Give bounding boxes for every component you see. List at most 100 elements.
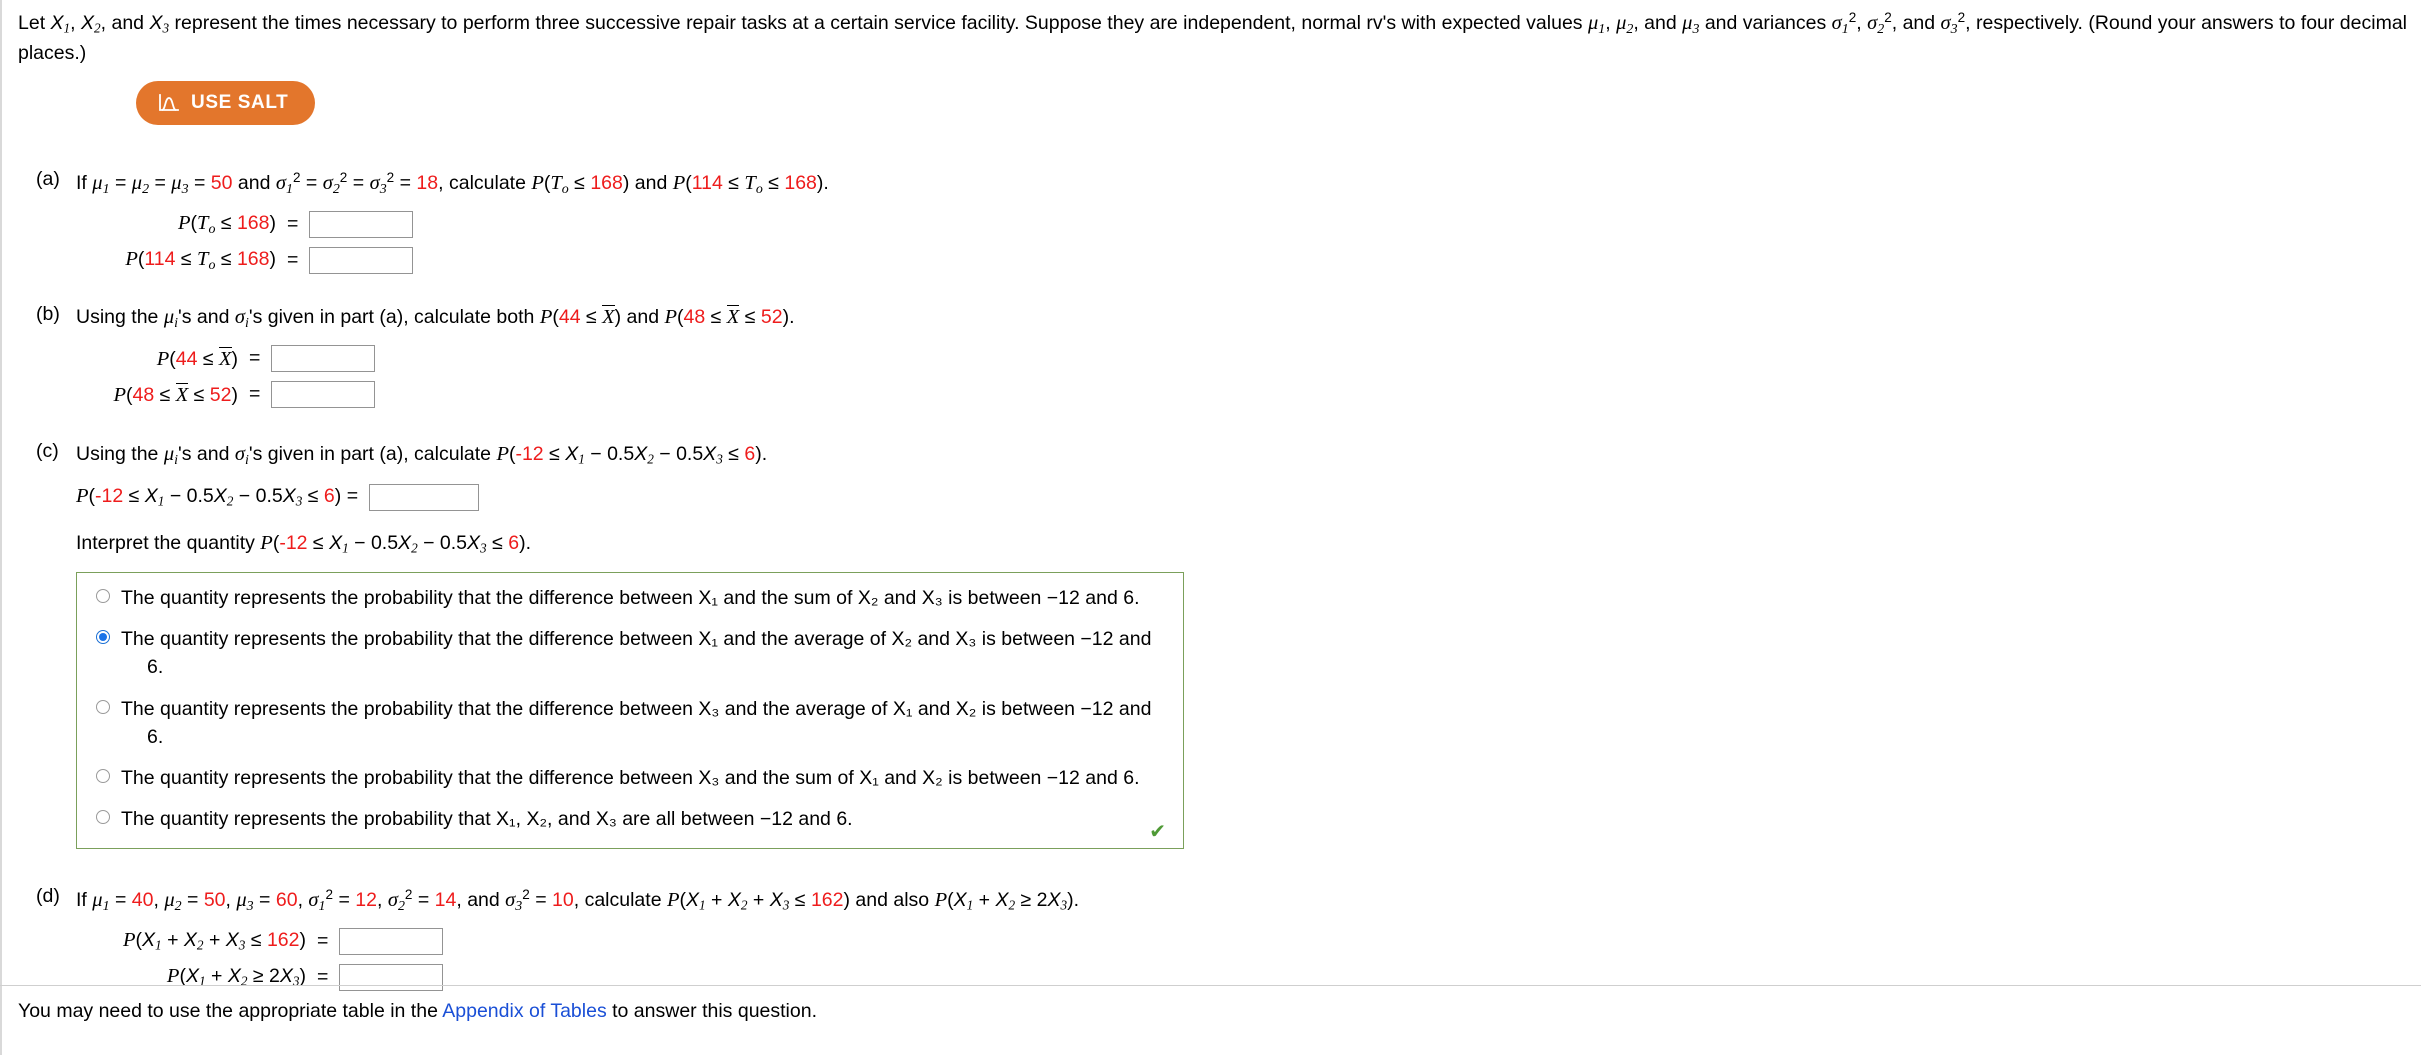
pd-sum-bound: 162 [810, 889, 844, 912]
pc-ans-high: 6 [323, 485, 335, 508]
pc-ans-low: -12 [95, 485, 124, 508]
part-c-interpret-lead: Interpret the quantity [76, 532, 255, 555]
pc-int-coef-2: 0.5 [439, 532, 468, 555]
part-d-prob1-expr: P(X1 + X2 + X3 ≤ 162) [666, 889, 850, 913]
part-c-options-box: The quantity represents the probability … [76, 571, 1184, 849]
pb-ans2-high: 52 [209, 383, 232, 406]
part-d-answer-label-2: P(X1 + X2 ≥ 2X3) [166, 965, 306, 989]
correct-check-icon: ✔ [1149, 820, 1166, 843]
radio-option-3[interactable] [96, 699, 110, 714]
footer-note: You may need to use the appropriate tabl… [18, 1000, 817, 1023]
appendix-of-tables-link[interactable]: Appendix of Tables [442, 1000, 606, 1022]
option-label-4: The quantity represents the probability … [121, 767, 1140, 790]
part-d-also: and also [855, 889, 930, 912]
part-d-sigma1-value: 12 [355, 889, 377, 912]
part-b-answer-label-1: P(44 ≤ X) [156, 346, 238, 370]
stem-sigma2-sq: σ22 [1867, 10, 1892, 37]
part-b-equals-1: = [249, 347, 261, 370]
radio-option-2[interactable] [96, 630, 110, 645]
stem-mu2: μ2 [1616, 12, 1634, 37]
part-a-prob1-expr: P(To ≤ 168) [531, 172, 630, 197]
part-a-calc: calculate [448, 172, 526, 195]
part-a-answer-input-1[interactable] [309, 211, 414, 239]
pa-ans1-bound: 168 [236, 211, 270, 234]
part-a-answer-input-2[interactable] [309, 247, 414, 275]
part-b-answer-input-2[interactable] [271, 381, 376, 409]
pd-sig3: σ32 [505, 887, 530, 914]
footer-divider [0, 985, 2421, 986]
option-row-3[interactable]: The quantity represents the probability … [91, 695, 1169, 752]
part-c-mid: 's and [177, 443, 230, 465]
stem-var-x1: X1 [50, 12, 71, 36]
pd-sig1: σ12 [308, 887, 334, 914]
option-row-5[interactable]: The quantity represents the probability … [91, 805, 1169, 833]
part-d-mu3-value: 60 [275, 889, 298, 912]
part-d-prob2-expr: P(X1 + X2 ≥ 2X3) [934, 889, 1074, 913]
part-d-answer-row-1: P(X1 + X2 + X3 ≤ 162) = [76, 928, 2407, 956]
option-label-2: The quantity represents the probability … [121, 625, 1151, 682]
part-d-answer-label-1: P(X1 + X2 + X3 ≤ 162) [122, 929, 306, 953]
option-label-5: The quantity represents the probability … [121, 808, 853, 831]
part-c-lead: Using the [76, 443, 159, 465]
part-c-answer-label: P(-12 ≤ X1 − 0.5X2 − 0.5X3 ≤ 6) = [76, 485, 359, 509]
pd-sig2: σ22 [387, 887, 413, 914]
pc-int-low: -12 [279, 532, 308, 555]
part-d-answer-row-2: P(X1 + X2 ≥ 2X3) = [76, 964, 2407, 992]
part-b-prob1-expr: P(44 ≤ X) [539, 305, 622, 328]
pc-sigma-i: σi [234, 443, 249, 468]
part-d-equals-1: = [317, 930, 329, 953]
part-c-answer-input[interactable] [369, 484, 480, 512]
part-a-equals-1: = [287, 213, 299, 236]
pd-mu3: μ3 [236, 889, 254, 914]
pa-mu3: μ3 [171, 172, 189, 197]
stem-mu3: μ3 [1682, 12, 1700, 37]
radio-option-1[interactable] [96, 588, 110, 603]
option-label-2-line1: The quantity represents the probability … [121, 628, 1152, 651]
use-salt-button[interactable]: USE SALT [136, 81, 316, 125]
part-c: (c) Using the μi's and σi's given in par… [18, 440, 2407, 849]
option-label-3-line1: The quantity represents the probability … [121, 697, 1152, 720]
option-label-2-line2: 6. [147, 656, 164, 679]
radio-option-4[interactable] [96, 769, 110, 784]
pc-int-coef-1: 0.5 [370, 532, 399, 555]
option-row-4[interactable]: The quantity represents the probability … [91, 764, 1169, 792]
part-a-mu-value: 50 [210, 172, 233, 195]
part-d-answer-input-2[interactable] [339, 964, 444, 992]
part-c-question: Using the μi's and σi's given in part (a… [76, 443, 768, 468]
part-a-and: and [634, 172, 668, 195]
option-row-1[interactable]: The quantity represents the probability … [91, 584, 1169, 612]
part-b: (b) Using the μi's and σi's given in par… [18, 303, 2407, 409]
part-b-equals-2: = [249, 383, 261, 406]
part-b-and: and [626, 306, 660, 328]
option-label-3: The quantity represents the probability … [121, 695, 1151, 752]
option-row-2[interactable]: The quantity represents the probability … [91, 625, 1169, 682]
part-c-answer-row: P(-12 ≤ X1 − 0.5X2 − 0.5X3 ≤ 6) = [76, 484, 2407, 512]
pa-ans2-low: 114 [144, 247, 176, 270]
part-b-lead: Using the [76, 306, 159, 328]
pb-ans1-bound: 44 [175, 347, 198, 370]
part-b-answer-input-1[interactable] [271, 345, 376, 373]
part-d-answer-input-1[interactable] [339, 928, 444, 956]
pc-ans-coef-1: 0.5 [186, 485, 214, 508]
page-left-rule [0, 0, 2, 1055]
pc-low: -12 [515, 443, 544, 465]
stem-mu1: μ1 [1587, 12, 1606, 37]
radio-option-5[interactable] [96, 810, 110, 825]
part-b-answer-row-2: P(48 ≤ X ≤ 52) = [76, 381, 2407, 409]
part-d-mu1-value: 40 [131, 889, 154, 912]
part-d-sigma3-value: 10 [552, 889, 574, 912]
part-b-label: (b) [36, 303, 60, 325]
part-d-mu2-value: 50 [203, 889, 226, 912]
part-d-question: If μ1 = 40, μ2 = 50, μ3 = 60, σ12 = 12, … [76, 887, 1080, 914]
stem-text-2: represent the times necessary to perform… [169, 12, 1588, 35]
part-a-answer-row-2: P(114 ≤ To ≤ 168) = [76, 247, 2407, 275]
part-d-sigma2-value: 14 [434, 889, 457, 912]
part-d-label: (d) [36, 885, 60, 907]
stem-var-x3: X3 [149, 12, 170, 36]
part-b-answer-row-1: P(44 ≤ X) = [76, 345, 2407, 373]
footer-text-before: You may need to use the appropriate tabl… [18, 1000, 443, 1022]
part-b-prob2-expr: P(48 ≤ X ≤ 52) [664, 305, 790, 328]
part-d-calc: calculate [584, 889, 662, 912]
pb-sigma-i: σi [234, 306, 249, 331]
pd-mu2: μ2 [164, 889, 182, 914]
